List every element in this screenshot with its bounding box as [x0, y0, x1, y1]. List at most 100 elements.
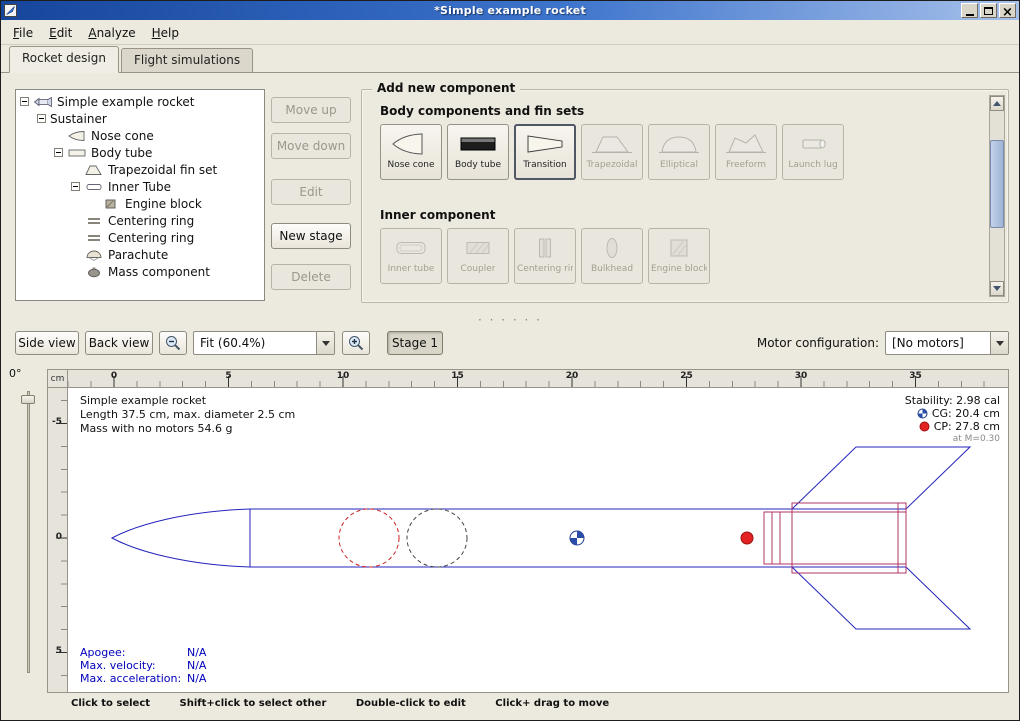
rotation-slider[interactable]	[21, 391, 35, 673]
cg-value: CG: 20.4 cm	[932, 407, 1000, 420]
engine-block-icon	[101, 198, 121, 210]
add-nose-cone-button[interactable]: Nose cone	[380, 124, 442, 180]
edit-button[interactable]: Edit	[271, 179, 351, 205]
motor-configuration-value: [No motors]	[886, 332, 990, 354]
zoom-in-button[interactable]	[342, 331, 370, 355]
mach-condition: at M=0.30	[905, 433, 1000, 446]
chevron-down-icon[interactable]	[316, 332, 334, 354]
delete-button[interactable]: Delete	[271, 264, 351, 290]
stability-value: Stability: 2.98 cal	[905, 394, 1000, 407]
back-view-button[interactable]: Back view	[85, 331, 153, 355]
rocket-canvas[interactable]: Simple example rocket Length 37.5 cm, ma…	[67, 387, 1009, 693]
tree-item-body-tube[interactable]: Body tube	[16, 144, 264, 161]
scrollbar-thumb[interactable]	[990, 140, 1004, 228]
tree-item-sustainer[interactable]: Sustainer	[16, 110, 264, 127]
rocket-mass: Mass with no motors 54.6 g	[80, 422, 295, 436]
tree-collapse-icon[interactable]	[37, 114, 46, 123]
split-pane-handle[interactable]	[1, 309, 1019, 321]
scroll-down-button[interactable]	[990, 281, 1004, 296]
inner-tube-icon	[84, 181, 104, 193]
nose-cone-icon	[67, 130, 87, 142]
fin-top-outline[interactable]	[792, 447, 970, 509]
app-icon[interactable]	[3, 3, 18, 18]
stage-1-toggle[interactable]: Stage 1	[387, 331, 443, 355]
zoom-select[interactable]: Fit (60.4%)	[193, 331, 335, 355]
add-launch-lug-button[interactable]: Launch lug	[782, 124, 844, 180]
tree-item-engine-block[interactable]: Engine block	[16, 195, 264, 212]
chevron-down-icon[interactable]	[990, 332, 1008, 354]
add-trapezoidal-fin-button[interactable]: Trapezoidal	[581, 124, 643, 180]
add-new-component-group: Add new component Body components and fi…	[361, 89, 1009, 303]
maximize-icon	[984, 7, 993, 15]
tab-rocket-design[interactable]: Rocket design	[9, 46, 119, 73]
add-centering-ring-button[interactable]: Centering ring	[514, 228, 576, 284]
main-tabs: Rocket design Flight simulations	[1, 46, 1019, 73]
horizontal-ruler: 0 5 10 15 20 25 30 35	[67, 369, 1009, 387]
tree-collapse-icon[interactable]	[54, 148, 63, 157]
nose-cone-icon	[389, 131, 433, 157]
menu-file[interactable]: File	[5, 23, 41, 43]
component-tree[interactable]: Simple example rocket Sustainer Nose con…	[15, 89, 265, 301]
flight-data: Apogee:N/A Max. velocity:N/A Max. accele…	[80, 646, 206, 685]
app-window: *Simple example rocket File Edit Analyze…	[0, 0, 1020, 721]
menu-edit[interactable]: Edit	[41, 23, 80, 43]
mass-component-outline[interactable]	[407, 509, 467, 567]
tree-item-mass-component[interactable]: Mass component	[16, 263, 264, 280]
add-body-tube-button[interactable]: Body tube	[447, 124, 509, 180]
zoom-out-icon	[164, 334, 182, 352]
tree-item-parachute[interactable]: Parachute	[16, 246, 264, 263]
titlebar[interactable]: *Simple example rocket	[1, 1, 1019, 20]
add-inner-tube-button[interactable]: Inner tube	[380, 228, 442, 284]
menu-help[interactable]: Help	[144, 23, 187, 43]
engine-block-icon	[657, 235, 701, 261]
rotation-value: 0°	[9, 367, 22, 380]
slider-track	[27, 391, 30, 673]
add-elliptical-fin-button[interactable]: Elliptical	[648, 124, 710, 180]
add-freeform-fin-button[interactable]: Freeform	[715, 124, 777, 180]
motor-configuration-select[interactable]: [No motors]	[885, 331, 1009, 355]
menu-analyze[interactable]: Analyze	[80, 23, 143, 43]
tree-item-rocket[interactable]: Simple example rocket	[16, 93, 264, 110]
engine-block-outline[interactable]	[792, 503, 906, 573]
transition-icon	[523, 131, 567, 157]
motor-configuration-label: Motor configuration:	[741, 336, 879, 350]
add-coupler-button[interactable]: Coupler	[447, 228, 509, 284]
tree-item-inner-tube[interactable]: Inner Tube	[16, 178, 264, 195]
zoom-out-button[interactable]	[159, 331, 187, 355]
rocket-name: Simple example rocket	[80, 394, 295, 408]
side-view-button[interactable]: Side view	[15, 331, 79, 355]
tree-item-trapezoidal-fin-set[interactable]: Trapezoidal fin set	[16, 161, 264, 178]
add-transition-button[interactable]: Transition	[514, 124, 576, 180]
menubar: File Edit Analyze Help	[1, 21, 1019, 45]
tree-collapse-icon[interactable]	[71, 182, 80, 191]
inner-component-buttons: Inner tube Coupler Centering ring Bulkhe…	[380, 228, 710, 284]
rocket-info: Simple example rocket Length 37.5 cm, ma…	[80, 394, 295, 436]
inner-tube-outline[interactable]	[764, 512, 906, 564]
add-engine-block-button[interactable]: Engine block	[648, 228, 710, 284]
component-panel-scrollbar[interactable]	[989, 95, 1005, 297]
minimize-button[interactable]	[961, 3, 978, 18]
tree-item-centering-ring[interactable]: Centering ring	[16, 229, 264, 246]
body-tube-icon	[456, 131, 500, 157]
trapezoidal-fin-icon	[590, 131, 634, 157]
new-stage-button[interactable]: New stage	[271, 223, 351, 249]
fin-bottom-outline[interactable]	[792, 567, 970, 629]
move-up-button[interactable]: Move up	[271, 97, 351, 123]
inner-tube-icon	[389, 235, 433, 261]
move-down-button[interactable]: Move down	[271, 133, 351, 159]
slider-handle[interactable]	[21, 395, 35, 404]
scroll-up-button[interactable]	[990, 96, 1004, 111]
view-toolbar: Side view Back view Fit (60.4%) Stage 1 …	[1, 327, 1019, 361]
maximize-button[interactable]	[980, 3, 997, 18]
tree-collapse-icon[interactable]	[20, 97, 29, 106]
nose-cone-outline[interactable]	[112, 509, 250, 567]
add-bulkhead-button[interactable]: Bulkhead	[581, 228, 643, 284]
body-component-buttons: Nose cone Body tube Transition Trapezoid…	[380, 124, 844, 180]
tree-item-centering-ring[interactable]: Centering ring	[16, 212, 264, 229]
close-button[interactable]	[999, 3, 1016, 18]
window-title: *Simple example rocket	[1, 4, 1019, 17]
parachute-outline[interactable]	[339, 509, 399, 567]
fin-set-icon	[84, 164, 104, 176]
tree-item-nose-cone[interactable]: Nose cone	[16, 127, 264, 144]
tab-flight-simulations[interactable]: Flight simulations	[121, 48, 253, 72]
